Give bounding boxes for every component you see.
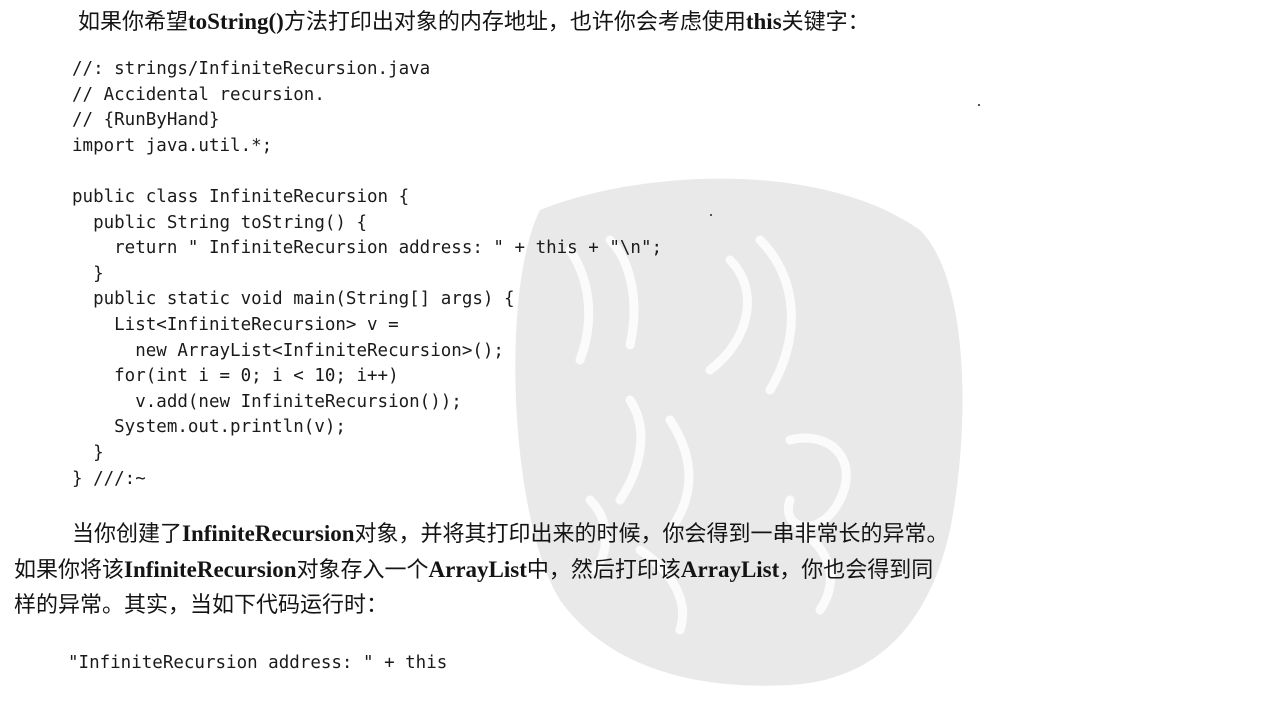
explanation-text: 如果你将该 (14, 558, 125, 583)
explanation-line-1: 当你创建了InfiniteRecursion对象，并将其打印出来的时候，你会得到… (14, 516, 1254, 552)
code-line: public class InfiniteRecursion { (72, 186, 410, 207)
code-line: } (72, 263, 104, 284)
code-line: List<InfiniteRecursion> v = (72, 314, 399, 335)
code-line: v.add(new InfiniteRecursion()); (72, 391, 462, 412)
explanation-text: 对象，并将其打印出来的时候，你会得到一串非常长的异常。 (354, 522, 949, 547)
code-line: // Accidental recursion. (72, 84, 325, 105)
intro-this-keyword: this (745, 9, 782, 34)
explanation-line-2: 如果你将该InfiniteRecursion对象存入一个ArrayList中，然… (14, 552, 1254, 588)
intro-text-3: 关键字： (781, 10, 870, 35)
code-line: } (72, 442, 104, 463)
code-line: // {RunByHand} (72, 110, 220, 131)
arraylist-keyword: ArrayList (680, 557, 780, 582)
intro-tostring-keyword: toString() (188, 9, 284, 34)
explanation-text: 样的异常。其实，当如下代码运行时： (14, 593, 389, 618)
explanation-line-3: 样的异常。其实，当如下代码运行时： (14, 588, 1254, 624)
code-line: public static void main(String[] args) { (72, 289, 515, 310)
code-snippet: "InfiniteRecursion address: " + this (68, 653, 448, 673)
code-line: //: strings/InfiniteRecursion.java (72, 59, 431, 79)
code-line: } ///:~ (72, 468, 146, 489)
scan-speck (710, 214, 712, 216)
code-listing: //: strings/InfiniteRecursion.java // Acc… (72, 57, 662, 492)
code-line: public String toString() { (72, 212, 368, 233)
code-line: return " InfiniteRecursion address: " + … (72, 238, 663, 259)
class-name-keyword: InfiniteRecursion (182, 521, 355, 546)
explanation-paragraph: 当你创建了InfiniteRecursion对象，并将其打印出来的时候，你会得到… (14, 516, 1254, 624)
intro-text-2: 方法打印出对象的内存地址，也许你会考虑使用 (283, 10, 746, 35)
code-line: import java.util.*; (72, 135, 273, 156)
arraylist-keyword: ArrayList (428, 557, 527, 582)
explanation-text: 中，然后打印该 (526, 558, 681, 583)
intro-paragraph: 如果你希望toString()方法打印出对象的内存地址，也许你会考虑使用this… (78, 4, 870, 41)
code-line: new ArrayList<InfiniteRecursion>(); (72, 340, 504, 361)
code-line: System.out.println(v); (72, 417, 346, 438)
explanation-text: 当你创建了 (72, 522, 183, 547)
explanation-text: ，你也会得到同 (779, 558, 934, 583)
code-line: for(int i = 0; i < 10; i++) (72, 366, 399, 387)
explanation-text: 对象存入一个 (296, 558, 429, 583)
intro-text-1: 如果你希望 (78, 10, 189, 35)
class-name-keyword: InfiniteRecursion (124, 557, 297, 582)
scan-speck (978, 104, 980, 106)
